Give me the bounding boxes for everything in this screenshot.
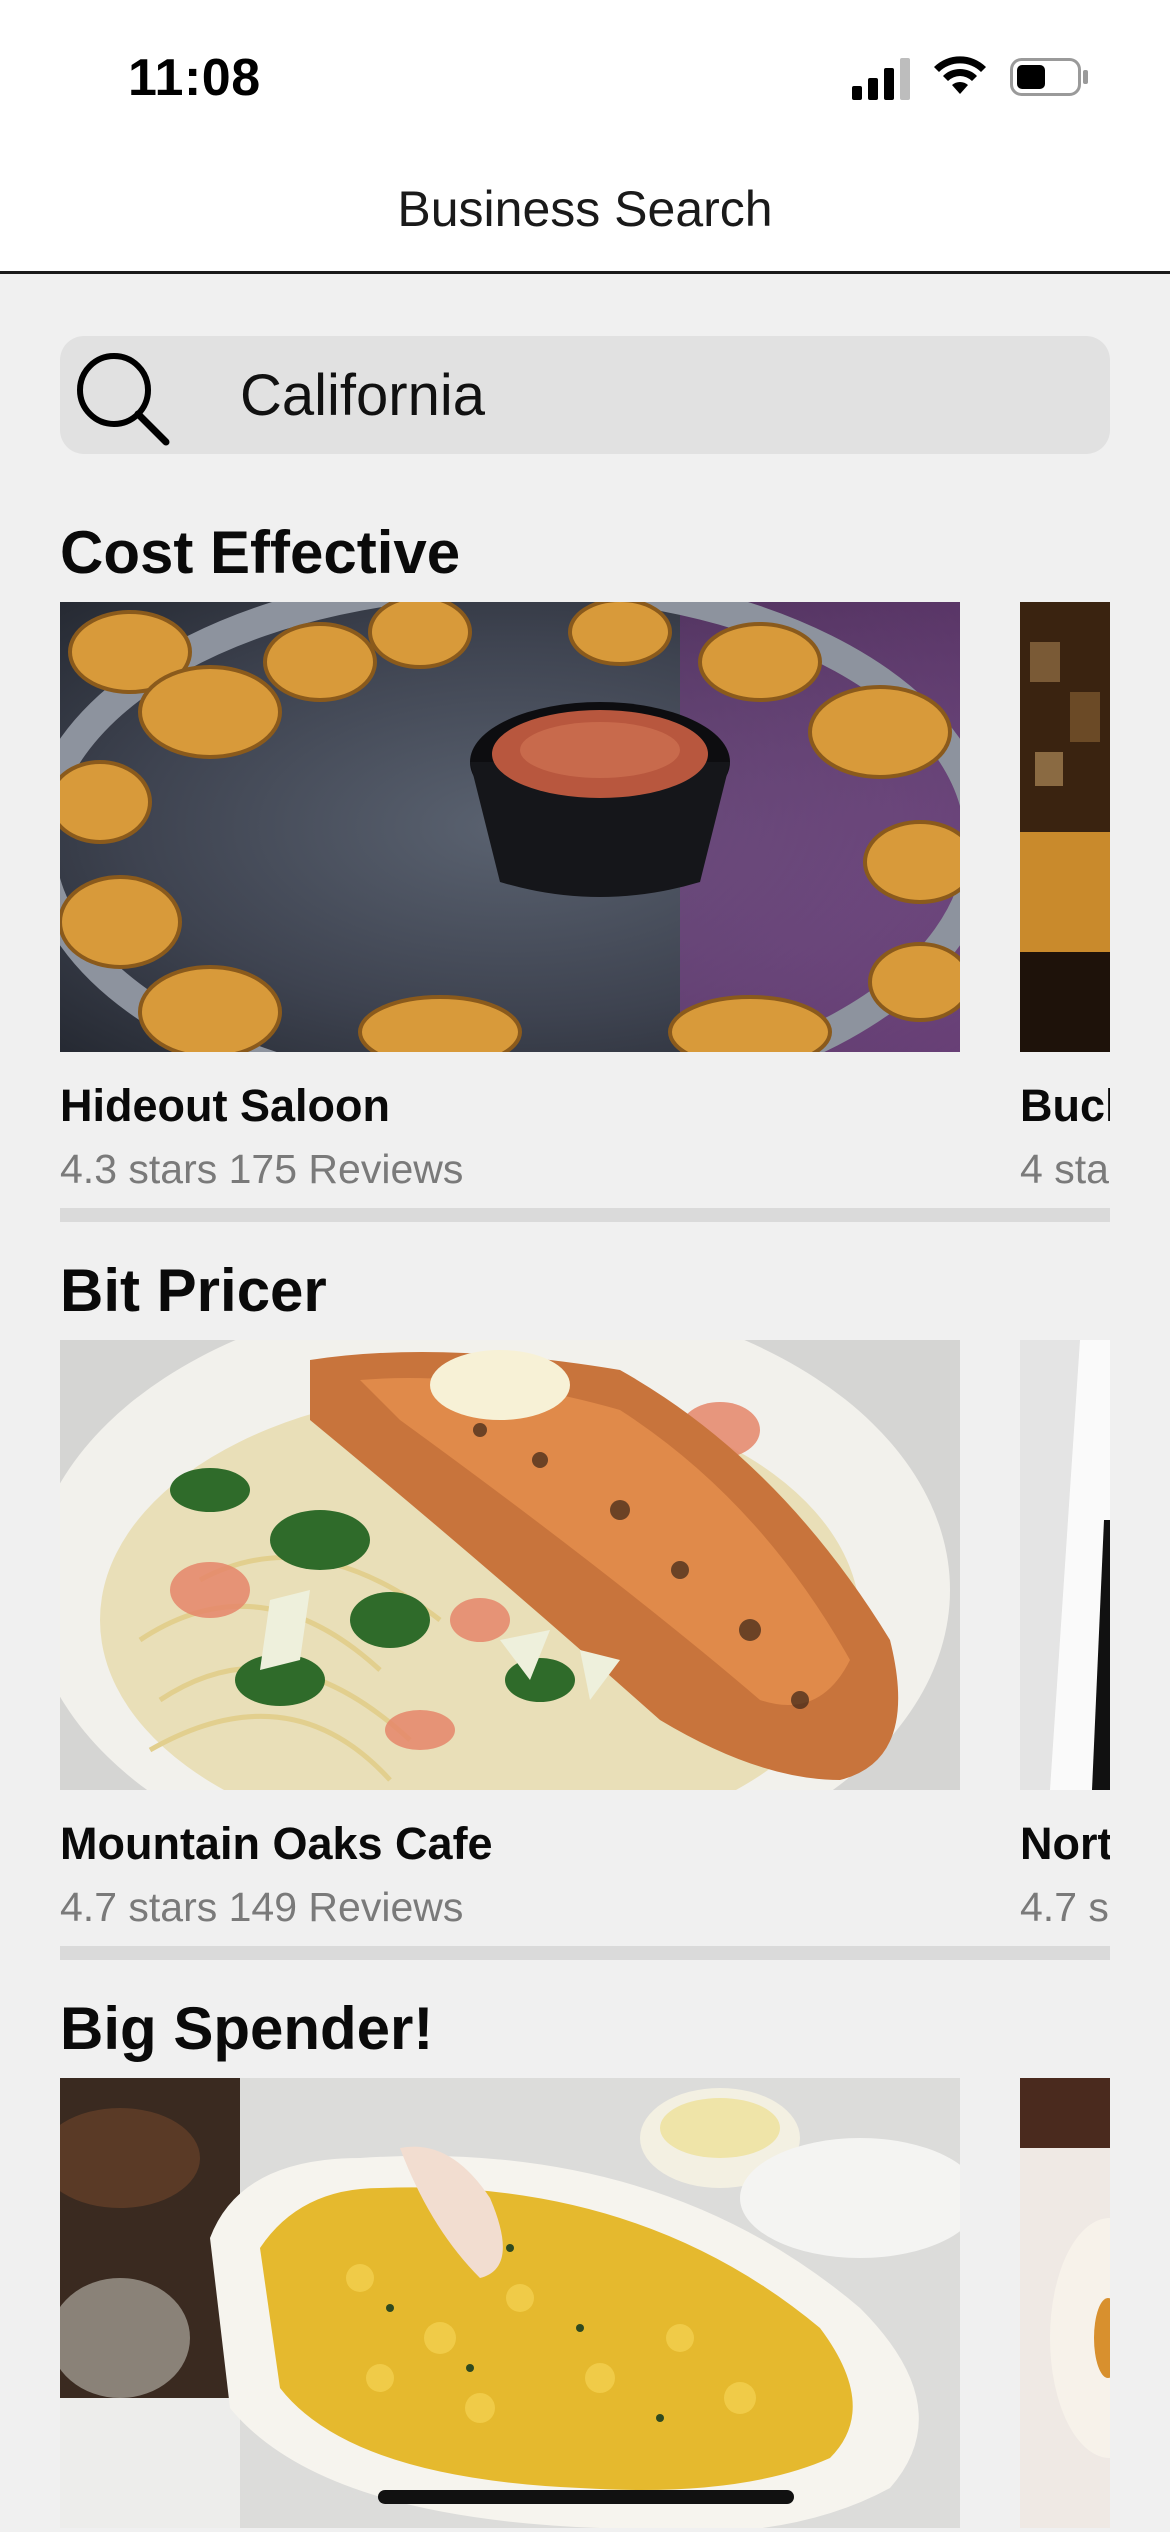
search-icon[interactable]	[66, 342, 176, 452]
business-rating: 4.7 s	[1020, 1884, 1109, 1930]
business-rating: 4.3 stars 175 Reviews	[60, 1146, 464, 1192]
business-card[interactable]: Nort 4.7 s	[1020, 1340, 1110, 1940]
status-bar: 11:08	[0, 0, 1170, 150]
search-input[interactable]	[240, 362, 1060, 428]
section-divider	[60, 1208, 1110, 1222]
business-name[interactable]: Nort	[1020, 1818, 1110, 1870]
page-title: Business Search	[397, 181, 773, 237]
section-title-big-spender: Big Spender!	[60, 1995, 434, 2062]
business-photo[interactable]	[60, 602, 960, 1052]
business-photo[interactable]	[60, 1340, 960, 1790]
business-card[interactable]: Hideout Saloon 4.3 stars 175 Reviews	[60, 602, 960, 1202]
business-name[interactable]: Hideout Saloon	[60, 1080, 390, 1132]
business-rating: 4 sta	[1020, 1146, 1109, 1192]
cellular-signal-icon	[852, 58, 910, 100]
navigation-bar: Business Search	[0, 150, 1170, 274]
business-photo[interactable]	[1020, 602, 1110, 1052]
search-bar[interactable]	[60, 336, 1110, 454]
status-time: 11:08	[128, 49, 261, 107]
wifi-icon	[934, 56, 986, 94]
business-photo[interactable]	[1020, 1340, 1110, 1790]
business-card[interactable]	[1020, 2078, 1110, 2532]
section-title-bit-pricer: Bit Pricer	[60, 1257, 327, 1324]
home-indicator[interactable]	[378, 2490, 794, 2504]
battery-icon	[1010, 58, 1088, 96]
business-photo[interactable]	[60, 2078, 960, 2528]
business-photo[interactable]	[1020, 2078, 1110, 2528]
business-card[interactable]	[60, 2078, 960, 2532]
section-title-cost-effective: Cost Effective	[60, 519, 461, 586]
business-rating: 4.7 stars 149 Reviews	[60, 1884, 464, 1930]
business-name[interactable]: Buck	[1020, 1080, 1110, 1132]
section-divider	[60, 1946, 1110, 1960]
business-name[interactable]: Mountain Oaks Cafe	[60, 1818, 493, 1870]
business-card[interactable]: Mountain Oaks Cafe 4.7 stars 149 Reviews	[60, 1340, 960, 1940]
business-card[interactable]: Buck 4 sta	[1020, 602, 1110, 1202]
